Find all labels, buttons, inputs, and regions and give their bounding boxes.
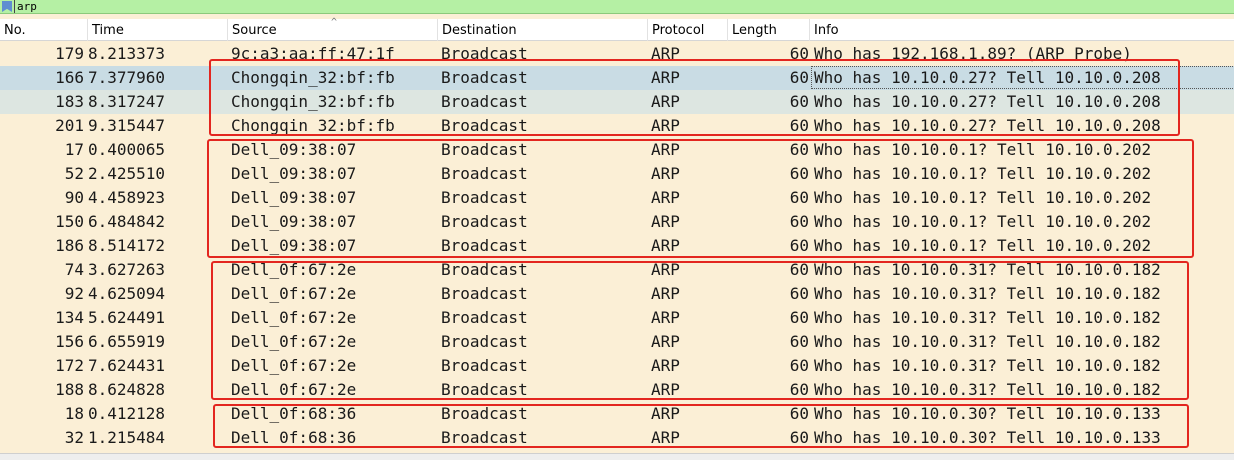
packet-time-cell: 7.377960 — [88, 68, 166, 87]
sort-ascending-icon: ^ — [330, 17, 338, 28]
column-header-no[interactable]: No. — [0, 19, 88, 41]
packet-time-cell: 3.627263 — [88, 260, 166, 279]
annotation-box — [209, 59, 1180, 136]
packet-no-cell: 18 — [64, 404, 84, 423]
annotation-box — [213, 404, 1189, 448]
column-header-protocol[interactable]: Protocol — [648, 19, 728, 41]
packet-no-cell: 183 — [55, 92, 84, 111]
packet-no-cell: 172 — [55, 356, 84, 375]
packet-time-cell: 9.315447 — [88, 116, 166, 135]
packet-no-cell: 32 — [64, 428, 84, 447]
packet-time-cell: 0.412128 — [88, 404, 166, 423]
packet-time-cell: 6.655919 — [88, 332, 166, 351]
column-header-length[interactable]: Length — [728, 19, 810, 41]
packet-time-cell: 1.215484 — [88, 428, 166, 447]
packet-time-cell: 8.317247 — [88, 92, 166, 111]
packet-no-cell: 90 — [64, 188, 84, 207]
column-header-time[interactable]: Time — [88, 19, 228, 41]
packet-no-cell: 186 — [55, 236, 84, 255]
column-header-destination[interactable]: Destination — [438, 19, 648, 41]
packet-no-cell: 188 — [55, 380, 84, 399]
display-filter-bar[interactable]: arp — [0, 0, 1234, 14]
packet-no-cell: 52 — [64, 164, 84, 183]
packet-list-header: No. Time Source ^ Destination Protocol L… — [0, 17, 1234, 41]
packet-time-cell: 4.625094 — [88, 284, 166, 303]
packet-no-cell: 166 — [55, 68, 84, 87]
packet-time-cell: 8.624828 — [88, 380, 166, 399]
packet-no-cell: 179 — [55, 44, 84, 63]
packet-no-cell: 150 — [55, 212, 84, 231]
packet-time-cell: 8.213373 — [88, 44, 166, 63]
packet-no-cell: 156 — [55, 332, 84, 351]
bookmark-icon[interactable] — [2, 1, 12, 12]
packet-no-cell: 74 — [64, 260, 84, 279]
packet-time-cell: 7.624431 — [88, 356, 166, 375]
column-header-info[interactable]: Info — [810, 19, 1234, 41]
packet-no-cell: 134 — [55, 308, 84, 327]
annotation-box — [207, 139, 1194, 258]
packet-no-cell: 201 — [55, 116, 84, 135]
packet-no-cell: 17 — [64, 140, 84, 159]
annotation-box — [211, 261, 1189, 400]
packet-time-cell: 5.624491 — [88, 308, 166, 327]
packet-no-cell: 92 — [64, 284, 84, 303]
display-filter-input[interactable]: arp — [14, 0, 37, 13]
